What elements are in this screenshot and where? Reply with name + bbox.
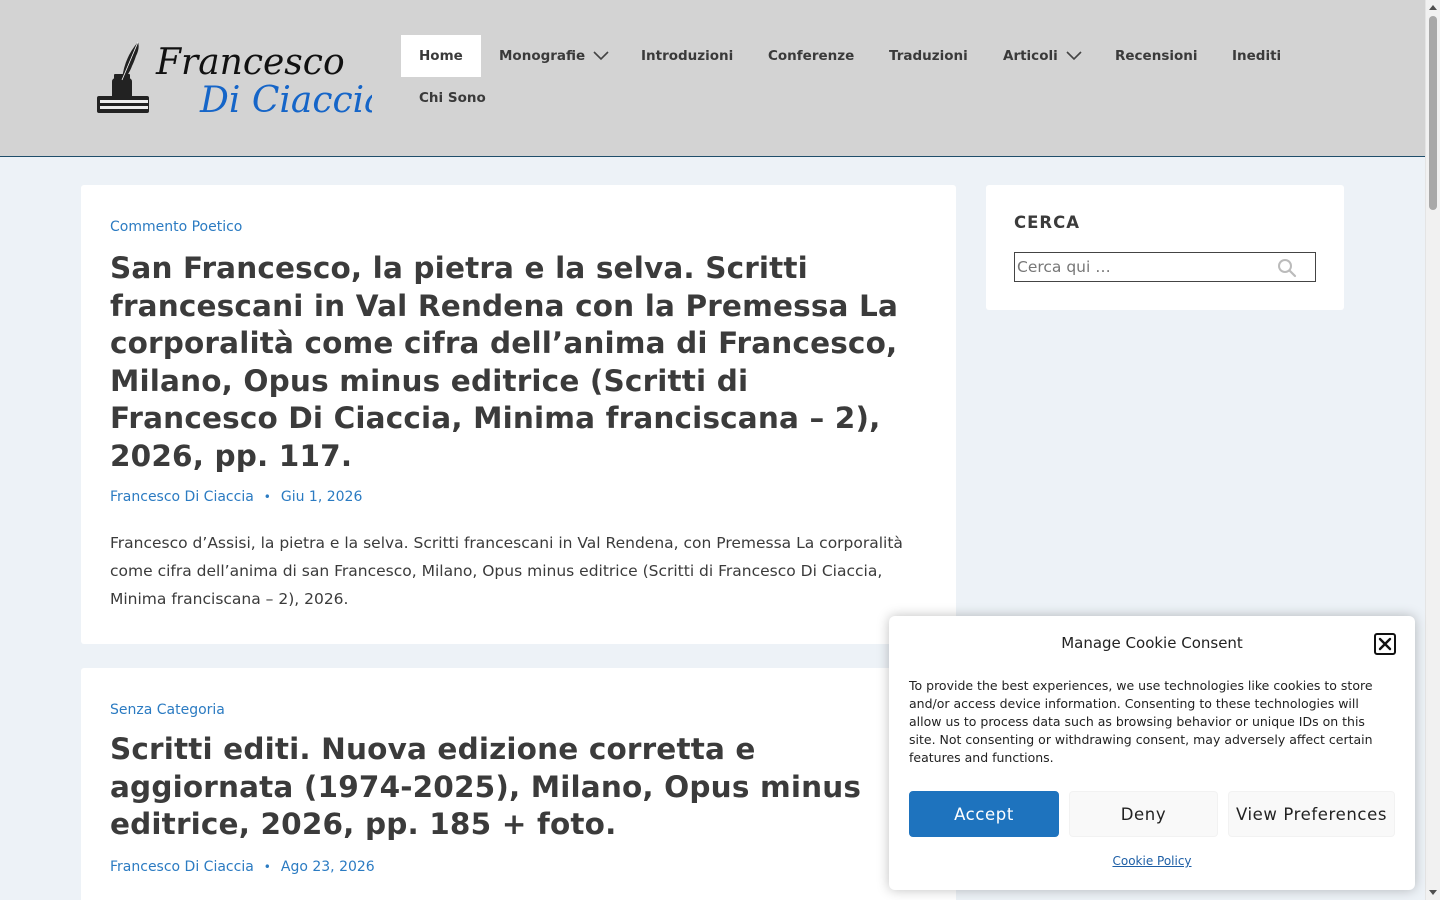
nav-item-chi-sono[interactable]: Chi Sono xyxy=(401,77,504,119)
nav-item-introduzioni[interactable]: Introduzioni xyxy=(623,35,751,77)
site-logo[interactable]: Francesco Di Ciaccia xyxy=(94,38,372,118)
nav-item-conferenze[interactable]: Conferenze xyxy=(750,35,872,77)
post-excerpt: Francesco d’Assisi, la pietra e la selva… xyxy=(110,534,903,608)
view-preferences-button[interactable]: View Preferences xyxy=(1228,791,1395,837)
site-header: Francesco Di Ciaccia Home Monografie Int… xyxy=(0,0,1425,157)
nav-label: Monografie xyxy=(499,48,586,64)
chevron-down-icon xyxy=(1066,51,1082,61)
post-category-link[interactable]: Commento Poetico xyxy=(110,219,242,235)
meta-separator: • xyxy=(263,860,271,874)
search-input[interactable] xyxy=(1015,253,1265,281)
post-date-link[interactable]: Giu 1, 2026 xyxy=(281,489,363,505)
post-meta: Francesco Di Ciaccia • Ago 23, 2026 xyxy=(110,859,375,875)
nav-item-inediti[interactable]: Inediti xyxy=(1214,35,1299,77)
post-title[interactable]: San Francesco, la pietra e la selva. Scr… xyxy=(110,250,920,475)
nav-item-recensioni[interactable]: Recensioni xyxy=(1097,35,1216,77)
nav-label: Introduzioni xyxy=(641,48,734,64)
post-author-link[interactable]: Francesco Di Ciaccia xyxy=(110,489,254,505)
post-author-link[interactable]: Francesco Di Ciaccia xyxy=(110,859,254,875)
post-card: Commento Poetico San Francesco, la pietr… xyxy=(81,185,956,644)
nav-label: Articoli xyxy=(1003,48,1058,64)
nav-label: Chi Sono xyxy=(419,90,486,106)
logo-line1: Francesco xyxy=(155,42,345,83)
widget-title: CERCA xyxy=(1014,213,1080,232)
nav-label: Conferenze xyxy=(768,48,855,64)
post-date-link[interactable]: Ago 23, 2026 xyxy=(281,859,375,875)
chevron-down-icon xyxy=(593,51,609,61)
post-title[interactable]: Scritti editi. Nuova edizione corretta e… xyxy=(110,731,920,844)
nav-label: Home xyxy=(419,48,463,64)
accept-cookies-button[interactable]: Accept xyxy=(909,791,1059,837)
deny-cookies-button[interactable]: Deny xyxy=(1069,791,1218,837)
post-meta: Francesco Di Ciaccia • Giu 1, 2026 xyxy=(110,489,362,505)
search-form xyxy=(1014,252,1316,282)
nav-label: Recensioni xyxy=(1115,48,1198,64)
scroll-up-arrow-icon[interactable] xyxy=(1429,5,1437,10)
logo-quill-book-icon: Francesco Di Ciaccia xyxy=(97,41,372,118)
nav-label: Traduzioni xyxy=(889,48,968,64)
scroll-thumb[interactable] xyxy=(1429,16,1437,210)
close-icon[interactable] xyxy=(1374,633,1396,655)
scroll-down-arrow-icon[interactable] xyxy=(1429,890,1437,895)
nav-label: Inediti xyxy=(1232,48,1282,64)
nav-item-articoli[interactable]: Articoli xyxy=(985,35,1100,77)
nav-item-home[interactable]: Home xyxy=(401,35,481,77)
nav-item-monografie[interactable]: Monografie xyxy=(481,35,627,77)
page-scrollbar[interactable] xyxy=(1425,0,1440,900)
search-widget: CERCA xyxy=(986,185,1344,310)
post-card: Senza Categoria Scritti editi. Nuova edi… xyxy=(81,668,956,900)
cookie-policy-link[interactable]: Cookie Policy xyxy=(889,854,1415,868)
cookie-dialog-text: To provide the best experiences, we use … xyxy=(909,678,1373,765)
nav-item-traduzioni[interactable]: Traduzioni xyxy=(871,35,986,77)
meta-separator: • xyxy=(263,490,271,504)
cookie-consent-dialog: Manage Cookie Consent To provide the bes… xyxy=(889,616,1415,890)
logo-line2: Di Ciaccia xyxy=(199,80,372,118)
cookie-dialog-title: Manage Cookie Consent xyxy=(1061,634,1243,652)
post-category-link[interactable]: Senza Categoria xyxy=(110,702,225,718)
search-icon[interactable] xyxy=(1277,258,1297,278)
